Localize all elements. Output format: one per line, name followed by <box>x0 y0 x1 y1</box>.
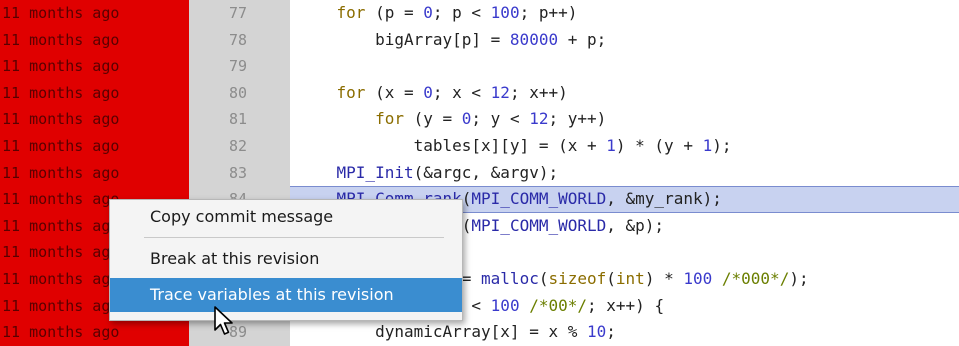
code-text[interactable] <box>290 53 959 80</box>
line-number: 80 <box>189 79 290 107</box>
blame-annotation[interactable]: 11 months ago <box>0 26 189 54</box>
editor-line[interactable]: 11 months ago 77 for (p = 0; p < 100; p++… <box>0 0 959 27</box>
code-text[interactable]: MPI_Init(&argc, &argv); <box>290 160 959 187</box>
menu-separator <box>144 237 444 238</box>
blame-annotation[interactable]: 11 months ago <box>0 106 189 133</box>
blame-annotation[interactable]: 11 months ago <box>0 133 189 160</box>
blame-annotation[interactable]: 11 months ago <box>0 53 189 80</box>
line-number: 89 <box>189 319 290 346</box>
editor-line[interactable]: 11 months ago 83 MPI_Init(&argc, &argv); <box>0 159 959 187</box>
code-text[interactable]: for (x = 0; x < 12; x++) <box>290 80 959 107</box>
editor-line[interactable]: 11 months ago 78 bigArray[p] = 80000 + p; <box>0 26 959 54</box>
line-number: 83 <box>189 159 290 187</box>
code-text[interactable]: for (p = 0; p < 100; p++) <box>290 0 959 27</box>
editor-line[interactable]: 11 months ago 80 for (x = 0; x < 12; x++) <box>0 79 959 107</box>
menu-trace-variables[interactable]: Trace variables at this revision <box>110 278 462 312</box>
editor-line[interactable]: 11 months ago 89 dynamicArray[x] = x % 10… <box>0 319 959 346</box>
line-number: 82 <box>189 133 290 160</box>
code-text[interactable]: for (y = 0; y < 12; y++) <box>290 106 959 133</box>
mouse-pointer-icon <box>214 306 233 335</box>
line-number: 77 <box>189 0 290 27</box>
blame-annotation[interactable]: 11 months ago <box>0 79 189 107</box>
menu-break-at-revision[interactable]: Break at this revision <box>110 242 462 276</box>
line-number: 79 <box>189 53 290 80</box>
line-number: 78 <box>189 26 290 54</box>
editor-line[interactable]: 11 months ago 81 for (y = 0; y < 12; y++) <box>0 106 959 133</box>
blame-annotation[interactable]: 11 months ago <box>0 0 189 27</box>
code-text[interactable]: bigArray[p] = 80000 + p; <box>290 27 959 54</box>
editor-line[interactable]: 11 months ago 79 <box>0 53 959 80</box>
menu-copy-commit-message[interactable]: Copy commit message <box>110 200 462 234</box>
blame-annotation[interactable]: 11 months ago <box>0 159 189 187</box>
line-number: 81 <box>189 106 290 133</box>
editor-line[interactable]: 11 months ago 82 tables[x][y] = (x + 1) *… <box>0 133 959 160</box>
blame-annotation[interactable]: 11 months ago <box>0 319 189 346</box>
code-text[interactable]: dynamicArray[x] = x % 10; <box>290 319 959 346</box>
code-text[interactable]: tables[x][y] = (x + 1) * (y + 1); <box>290 133 959 160</box>
context-menu: Copy commit message Break at this revisio… <box>109 199 463 321</box>
